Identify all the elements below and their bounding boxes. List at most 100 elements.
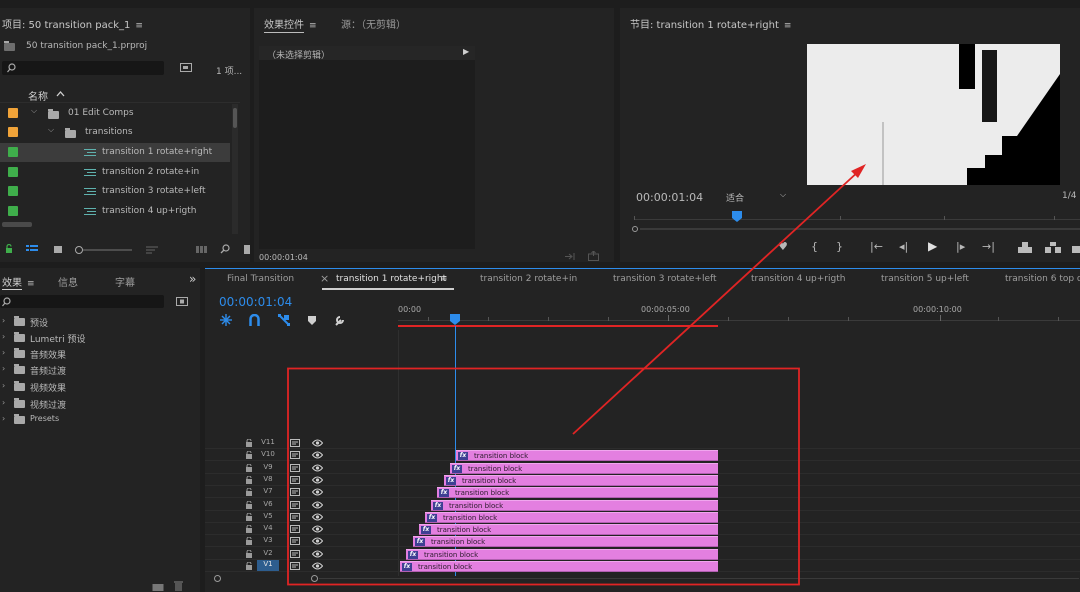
add-marker-icon[interactable]: [308, 316, 316, 325]
step-back-icon[interactable]: ◂|: [899, 240, 908, 253]
mark-out-icon[interactable]: }: [836, 240, 843, 253]
lock-icon[interactable]: [5, 244, 13, 254]
track-label[interactable]: V7: [257, 487, 279, 495]
snap-icon[interactable]: [249, 314, 260, 326]
fx-badge-icon[interactable]: fx: [433, 502, 443, 510]
effects-item-presets-folder[interactable]: › Presets: [0, 412, 200, 428]
mark-in-icon[interactable]: {: [811, 240, 818, 253]
track-label[interactable]: V8: [257, 475, 279, 483]
zoom-slider[interactable]: [74, 245, 134, 255]
panel-menu-icon[interactable]: ≡: [309, 21, 317, 31]
program-mini-ruler[interactable]: [634, 209, 1080, 221]
program-timecode[interactable]: 00:00:01:04: [636, 191, 703, 204]
timeline-clip[interactable]: fx transition block: [450, 463, 718, 474]
track-label[interactable]: V3: [257, 536, 279, 544]
label-color-swatch[interactable]: [8, 127, 18, 137]
fit-select[interactable]: 适合 ⌵: [724, 190, 790, 204]
label-color-swatch[interactable]: [8, 206, 18, 216]
delete-icon[interactable]: [174, 581, 183, 591]
timeline-clip[interactable]: fx transition block: [419, 524, 718, 535]
panel-menu-icon[interactable]: ≡: [440, 274, 448, 284]
track-label[interactable]: V4: [257, 524, 279, 532]
list-item[interactable]: transition 4 up+rigth: [0, 202, 240, 221]
tab-transition-3[interactable]: transition 3 rotate+left: [613, 274, 717, 284]
linked-selection-icon[interactable]: [278, 314, 290, 326]
track-label[interactable]: V11: [257, 438, 279, 446]
track-lock-icon[interactable]: [246, 561, 252, 570]
eye-icon[interactable]: [311, 537, 324, 548]
track-lock-icon[interactable]: [246, 524, 252, 533]
tab-captions[interactable]: 字幕: [115, 274, 135, 289]
tab-transition-1-rotate-right[interactable]: transition 1 rotate+right ≡: [322, 272, 454, 290]
timeline-clip[interactable]: fx transition block: [400, 561, 718, 572]
timeline-ruler[interactable]: 00:00 00:00:05:00 00:00:10:00: [398, 300, 1080, 328]
tab-info[interactable]: 信息: [58, 274, 78, 289]
column-header[interactable]: 名称: [0, 87, 240, 103]
panel-overflow-icon[interactable]: »: [189, 272, 196, 286]
list-item[interactable]: ⌵ transitions: [0, 123, 240, 142]
new-bin-icon[interactable]: [180, 62, 192, 72]
list-item-selected[interactable]: transition 1 rotate+right: [0, 143, 230, 162]
track-lock-icon[interactable]: [246, 450, 252, 459]
label-color-swatch[interactable]: [8, 167, 18, 177]
effects-search-input[interactable]: [0, 295, 164, 308]
vertical-scrollbar[interactable]: [232, 104, 238, 234]
timeline-zoom-scrollbar[interactable]: [214, 575, 1080, 583]
automate-icon[interactable]: [196, 245, 208, 254]
fx-badge-icon[interactable]: fx: [427, 514, 437, 522]
expand-arrow-icon[interactable]: ▶: [463, 47, 469, 56]
play-only-audio-icon[interactable]: [565, 252, 576, 261]
project-panel-title[interactable]: 项目: 50 transition pack_1 ≡: [2, 16, 143, 31]
program-playhead[interactable]: [731, 211, 743, 223]
track-label[interactable]: V9: [257, 463, 279, 471]
work-area-bar[interactable]: [398, 325, 718, 327]
effects-item-audio-transitions[interactable]: › 音频过渡: [0, 362, 200, 378]
label-color-swatch[interactable]: [8, 147, 18, 157]
go-to-out-icon[interactable]: →|: [982, 240, 995, 253]
track-lock-icon[interactable]: [246, 463, 252, 472]
tab-transition-2[interactable]: transition 2 rotate+in: [480, 274, 577, 284]
timeline-clip[interactable]: fx transition block: [425, 512, 718, 523]
list-item[interactable]: transition 2 rotate+in: [0, 163, 240, 182]
new-bin-icon[interactable]: [152, 582, 164, 591]
track-label[interactable]: V5: [257, 512, 279, 520]
eye-icon[interactable]: [311, 488, 324, 499]
track-lock-icon[interactable]: [246, 475, 252, 484]
horizontal-scrollbar[interactable]: [2, 222, 32, 227]
effects-item-video-transitions[interactable]: › 视频过渡: [0, 396, 200, 412]
chevron-down-icon[interactable]: ⌵: [48, 125, 54, 135]
project-search-input[interactable]: [2, 61, 164, 75]
track-output-icon[interactable]: [290, 488, 300, 499]
source-tab[interactable]: 源：（无剪辑）: [341, 16, 406, 31]
new-custom-bin-icon[interactable]: [176, 296, 188, 306]
fx-badge-icon[interactable]: fx: [415, 538, 425, 546]
effect-controls-tab[interactable]: 效果控件 ≡: [264, 16, 317, 33]
nest-toggle-icon[interactable]: [220, 314, 232, 326]
step-forward-icon[interactable]: |▸: [956, 240, 965, 253]
timeline-timecode[interactable]: 00:00:01:04: [219, 295, 292, 309]
track-lock-icon[interactable]: [246, 536, 252, 545]
list-item[interactable]: transition 3 rotate+left: [0, 182, 240, 201]
track-row[interactable]: V11: [205, 437, 1080, 449]
tab-transition-6[interactable]: transition 6 top of: [1005, 274, 1080, 284]
timeline-clip[interactable]: fx transition block: [444, 475, 718, 486]
list-item[interactable]: ⌵ 01 Edit Comps: [0, 104, 240, 123]
extract-icon[interactable]: [1045, 242, 1061, 253]
timeline-clip[interactable]: fx transition block: [456, 450, 718, 461]
program-scroll-bar[interactable]: [632, 226, 1080, 232]
track-label[interactable]: V10: [257, 450, 279, 458]
effects-item-presets[interactable]: › 预设: [0, 314, 200, 330]
effects-item-audio-effects[interactable]: › 音频效果: [0, 346, 200, 362]
fx-badge-icon[interactable]: fx: [458, 452, 468, 460]
fx-badge-icon[interactable]: fx: [446, 477, 456, 485]
fx-badge-icon[interactable]: fx: [439, 489, 449, 497]
export-frame-icon[interactable]: [1072, 242, 1080, 253]
add-marker-icon[interactable]: ♥: [778, 240, 788, 253]
eye-icon[interactable]: [311, 451, 324, 462]
timeline-playhead[interactable]: [449, 314, 461, 326]
lift-icon[interactable]: [1018, 242, 1032, 253]
fx-badge-icon[interactable]: fx: [402, 563, 412, 571]
timeline-clip[interactable]: fx transition block: [431, 500, 718, 511]
track-label[interactable]: V6: [257, 500, 279, 508]
export-frame-icon[interactable]: [588, 251, 599, 261]
